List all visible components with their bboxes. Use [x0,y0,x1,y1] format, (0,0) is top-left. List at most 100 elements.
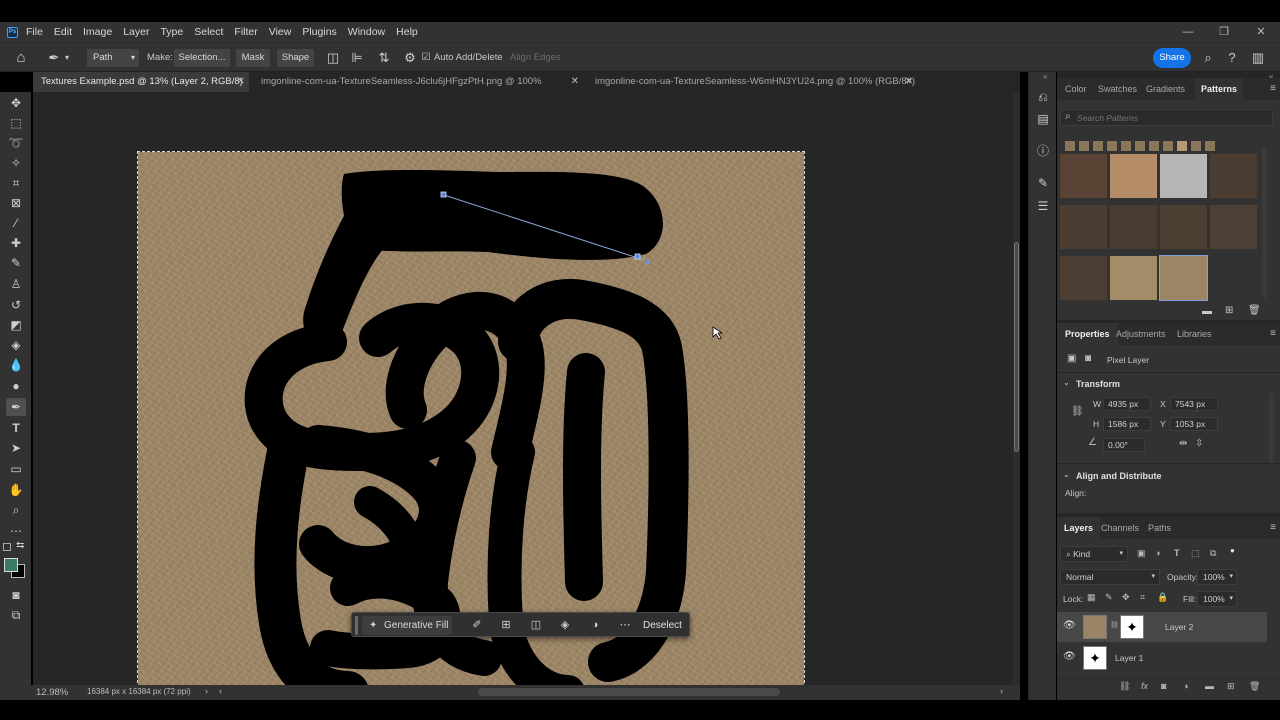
opacity-field[interactable]: 100% ▾ [1197,569,1237,585]
layer-kind-filter[interactable]: ⌕ Kind ▾ [1060,546,1128,562]
lock-artboard-icon[interactable]: ⌗ [1140,592,1145,603]
foreground-color-swatch[interactable] [4,558,18,572]
collapse-icon[interactable]: « [1043,72,1047,81]
dodge-tool-icon[interactable]: ● [6,377,26,395]
pattern-thumb-small[interactable] [1135,141,1145,151]
transform-heading[interactable]: Transform [1076,379,1120,389]
path-operations-icon[interactable]: ◫ [324,49,342,67]
vertical-scrollbar[interactable] [1013,92,1020,685]
move-tool-icon[interactable]: ✥ [6,94,26,112]
pattern-swatch[interactable] [1110,154,1157,198]
lasso-tool-icon[interactable]: ➰ [6,134,26,152]
healing-brush-icon[interactable]: ✚ [6,234,26,252]
patterns-scrollbar[interactable] [1262,148,1267,298]
menu-type[interactable]: Type [160,26,183,38]
eraser-icon[interactable]: ◩ [6,316,26,334]
tab-properties[interactable]: Properties [1057,323,1118,345]
pattern-swatch[interactable] [1060,154,1107,198]
tab-libraries[interactable]: Libraries [1177,323,1212,345]
tab-adjustments[interactable]: Adjustments [1116,323,1166,345]
link-dimensions-icon[interactable]: ⛓ [1071,406,1084,417]
screen-mode-icon[interactable]: ⧉ [6,606,26,624]
chevron-down-icon[interactable]: ▾ [62,49,72,67]
search-input[interactable] [1077,111,1267,124]
layer-name[interactable]: Layer 2 [1165,622,1193,632]
horizontal-scrollbar-thumb[interactable] [478,688,780,696]
panel-menu-icon[interactable]: ≡ [1270,517,1276,539]
flip-horizontal-icon[interactable]: ⇹ [1179,438,1187,449]
new-pattern-icon[interactable]: ⊞ [1225,305,1233,316]
link-layers-icon[interactable]: ⛓ [1119,681,1130,692]
pattern-swatch[interactable] [1160,205,1207,249]
workspace-icon[interactable]: ▥ [1249,49,1267,67]
blur-tool-icon[interactable]: 💧 [6,356,26,374]
lock-all-icon[interactable]: 🔒 [1157,592,1168,603]
y-field[interactable]: 1053 px [1170,417,1218,431]
width-field[interactable]: 4935 px [1103,397,1151,411]
filter-shape-icon[interactable]: ⬚ [1191,548,1200,559]
fx-icon[interactable]: fx [1141,681,1148,691]
eye-icon[interactable]: 👁 [1063,651,1076,662]
layer-row[interactable]: 👁 ⛓ ✦ Layer 2 [1057,612,1267,642]
crop-tool-icon[interactable]: ⌗ [6,174,26,192]
brush-settings-icon[interactable]: ✎ [1033,174,1053,192]
tab-patterns[interactable]: Patterns [1195,78,1244,100]
pattern-swatch[interactable] [1060,256,1107,300]
fill-icon[interactable]: ◈ [556,616,574,635]
tab-layers[interactable]: Layers [1057,517,1101,539]
pattern-swatch[interactable] [1210,205,1257,249]
path-arrangement-icon[interactable]: ⇅ [375,49,393,67]
x-field[interactable]: 7543 px [1170,397,1218,411]
tab-channels[interactable]: Channels [1101,517,1139,539]
marquee-tool-icon[interactable]: ⬚ [6,114,26,132]
pattern-swatch[interactable] [1110,205,1157,249]
pattern-swatch[interactable] [1160,154,1207,198]
new-layer-icon[interactable]: ⊞ [1227,681,1235,692]
more-options-icon[interactable]: ⋯ [616,616,634,635]
drag-handle[interactable] [355,616,358,635]
deselect-button[interactable]: Deselect [643,616,682,635]
pattern-thumb-small[interactable] [1177,141,1187,151]
panel-menu-icon[interactable]: ≡ [1270,323,1276,345]
hand-tool-icon[interactable]: ✋ [6,481,26,499]
comments-icon[interactable]: ▤ [1033,110,1053,128]
pattern-swatch-selected[interactable] [1159,255,1208,301]
flip-vertical-icon[interactable]: ⇳ [1195,438,1203,449]
paint-bucket-icon[interactable]: ◈ [6,336,26,354]
info-icon[interactable]: ⓘ [1033,142,1053,160]
layer-name[interactable]: Layer 1 [1115,653,1143,663]
filter-type-icon[interactable]: T [1174,548,1180,558]
path-selection-icon[interactable]: ➤ [6,439,26,457]
pattern-thumb-small[interactable] [1191,141,1201,151]
pattern-swatch[interactable] [1110,256,1157,300]
menu-edit[interactable]: Edit [54,26,72,38]
panel-menu-icon[interactable]: ≡ [1270,78,1276,100]
pattern-thumb-small[interactable] [1205,141,1215,151]
align-distribute-heading[interactable]: Align and Distribute [1076,471,1162,481]
path-alignment-icon[interactable]: ⊫ [348,49,366,67]
swap-colors-icon[interactable]: ⇆ [16,540,24,551]
pen-tool-icon[interactable]: ✒ [6,398,26,416]
history-icon[interactable]: ⎌ [1033,88,1053,106]
gear-icon[interactable]: ⚙ [401,49,419,67]
pen-tool-preset-icon[interactable]: ✒ [45,49,63,67]
lock-position-icon[interactable]: ✥ [1122,592,1130,603]
tab-swatches[interactable]: Swatches [1098,78,1137,100]
close-icon[interactable]: ✕ [237,72,245,92]
default-colors-icon[interactable] [3,543,11,551]
close-icon[interactable]: ✕ [905,72,913,92]
pen-mode-select[interactable]: Path ▾ [87,49,139,67]
folder-icon[interactable]: ▬ [1202,306,1212,317]
adjustments-sliders-icon[interactable]: ☰ [1033,197,1053,215]
tab-textures-example[interactable]: Textures Example.psd @ 13% (Layer 2, RGB… [33,72,249,107]
photoshop-logo-icon[interactable]: Ps [7,26,18,38]
pattern-thumb-small[interactable] [1121,141,1131,151]
restore-icon[interactable]: ❐ [1213,22,1235,42]
rectangle-tool-icon[interactable]: ▭ [6,460,26,478]
pattern-thumb-small[interactable] [1149,141,1159,151]
modify-selection-icon[interactable]: ✐ [468,616,486,635]
make-mask-button[interactable]: Mask [236,49,270,67]
fill-field[interactable]: 100% ▾ [1197,591,1237,607]
tab-color[interactable]: Color [1065,78,1087,100]
close-window-icon[interactable]: ✕ [1250,22,1272,42]
